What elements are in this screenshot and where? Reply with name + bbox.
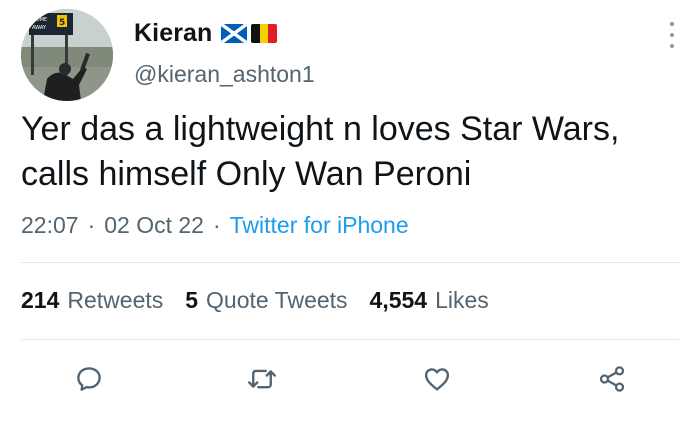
quote-tweets-label: Quote Tweets (206, 286, 348, 313)
more-dot (670, 22, 674, 26)
share-button[interactable] (595, 362, 629, 396)
user-name-row: Kieran (134, 16, 278, 50)
more-dot (670, 44, 674, 48)
tweet: HOME AWAY 5 Kieran @kieran_ashton1 Yer d… (0, 0, 700, 421)
tweet-text: Yer das a lightweight n loves Star Wars,… (21, 110, 620, 193)
divider (21, 339, 679, 340)
reply-icon (77, 367, 101, 391)
like-button[interactable] (420, 362, 454, 396)
likes-label: Likes (435, 286, 489, 313)
share-icon (599, 366, 625, 392)
tweet-stats: 214 Retweets 5 Quote Tweets 4,554 Likes (21, 283, 511, 317)
meta-separator: · (87, 211, 96, 238)
more-dot (670, 33, 674, 37)
divider (21, 262, 679, 263)
more-options-icon[interactable] (666, 22, 678, 48)
avatar[interactable]: HOME AWAY 5 (21, 9, 113, 101)
tweet-source[interactable]: Twitter for iPhone (230, 212, 409, 239)
retweets-count: 214 (21, 286, 60, 313)
belgium-flag-icon (251, 23, 278, 43)
flags (221, 23, 278, 43)
tweet-time[interactable]: 22:07 (21, 212, 79, 239)
retweets-label: Retweets (67, 286, 164, 313)
likes-stat[interactable]: 4,554 Likes (370, 287, 489, 314)
avatar-image: HOME AWAY 5 (21, 9, 113, 101)
scoreboard-digit: 5 (59, 18, 65, 28)
scotland-flag-icon (221, 23, 248, 43)
display-name[interactable]: Kieran (134, 19, 212, 48)
likes-count: 4,554 (369, 286, 428, 313)
retweet-icon (248, 369, 276, 389)
scoreboard-away: AWAY (32, 25, 47, 31)
scoreboard-home: HOME (32, 17, 47, 23)
retweet-button[interactable] (245, 362, 279, 396)
reply-button[interactable] (72, 362, 106, 396)
tweet-date[interactable]: 02 Oct 22 (104, 212, 204, 239)
tweet-meta: 22:07 · 02 Oct 22 · Twitter for iPhone (21, 209, 409, 241)
like-icon (424, 368, 450, 391)
retweets-stat[interactable]: 214 Retweets (21, 287, 163, 314)
quote-tweets-count: 5 (185, 286, 199, 313)
quote-tweets-stat[interactable]: 5 Quote Tweets (185, 287, 347, 314)
meta-separator: · (212, 211, 221, 238)
user-handle[interactable]: @kieran_ashton1 (134, 61, 315, 88)
